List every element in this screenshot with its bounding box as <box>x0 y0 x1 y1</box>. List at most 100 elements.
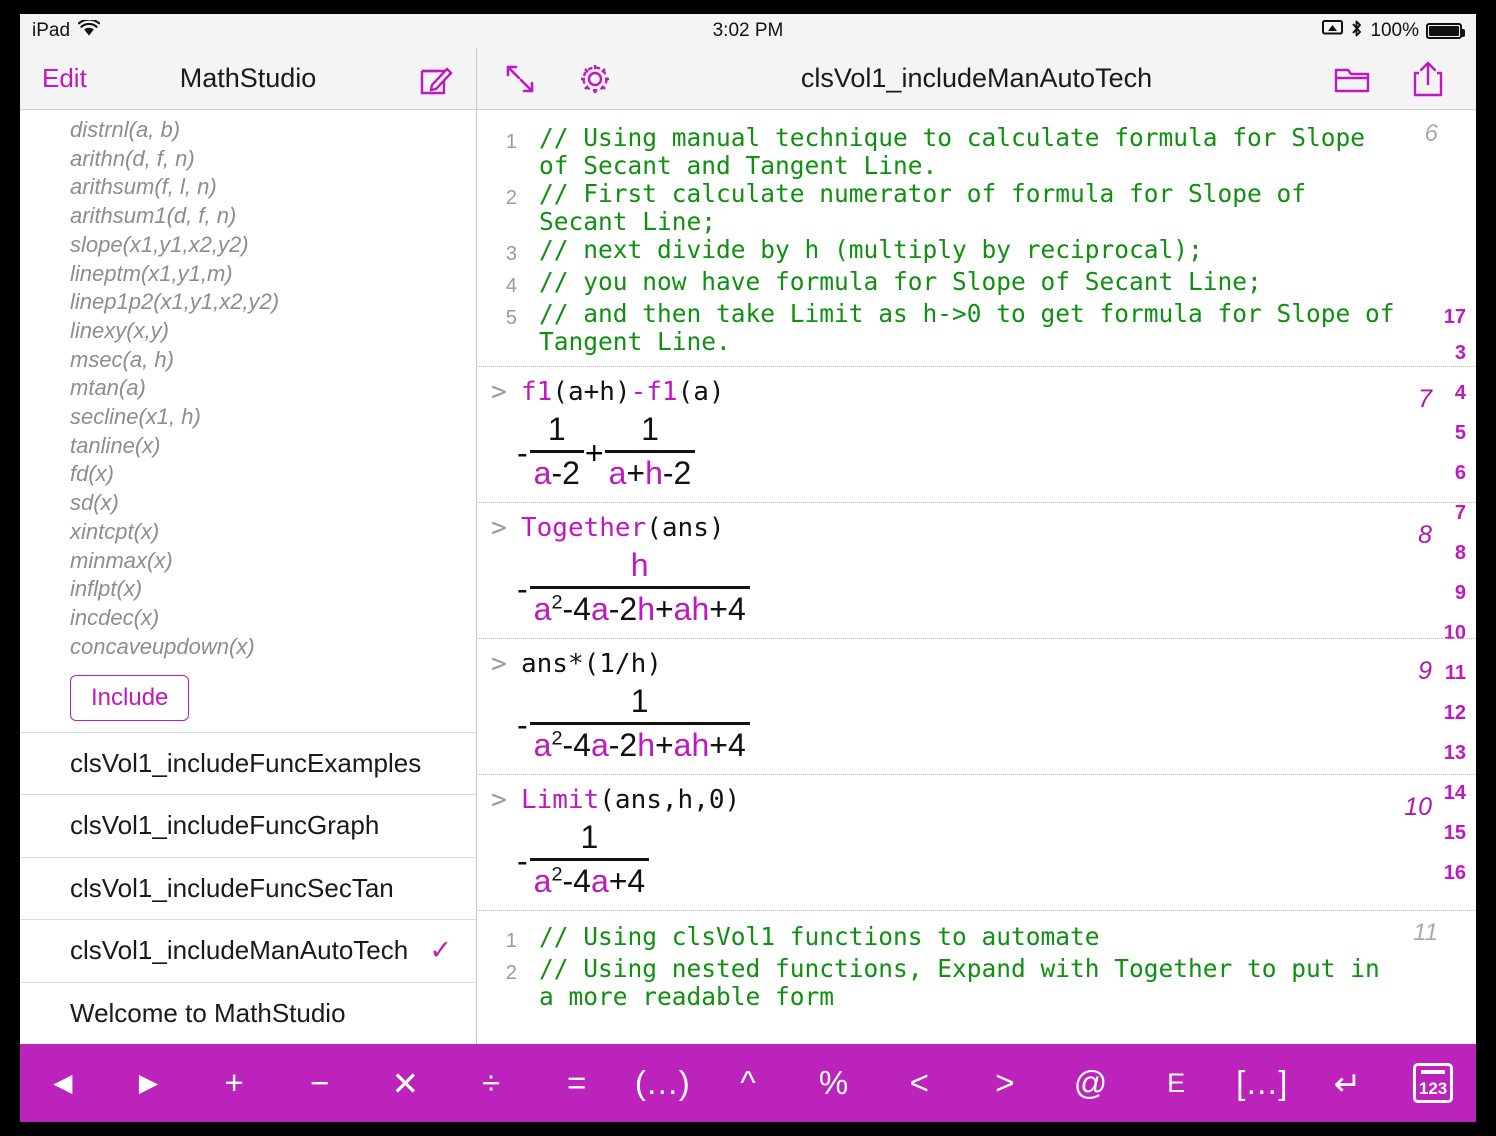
list-item[interactable]: clsVol1_includeFuncGraph <box>20 794 476 857</box>
folder-icon[interactable] <box>1334 64 1370 94</box>
compose-icon[interactable] <box>418 61 476 97</box>
function-item[interactable]: slope(x1,y1,x2,y2) <box>20 231 476 260</box>
result-sign: - <box>517 707 528 743</box>
cell-number: 6 <box>1424 120 1438 147</box>
fraction-numerator: 1 <box>547 411 566 447</box>
fraction: 1 a2-4a+4 <box>529 819 650 900</box>
cell-input-row[interactable]: > ans*(1/h) <box>477 649 1406 679</box>
key-cursor-right[interactable]: ▶ <box>106 1044 192 1122</box>
editor-toolbar-right <box>1334 60 1476 98</box>
key-return[interactable]: ↵ <box>1305 1044 1391 1122</box>
worksheet-cell[interactable]: 8 > Together(ans) - h a2-4a-2h+ah+4 <box>477 503 1476 639</box>
gear-icon[interactable] <box>577 61 613 97</box>
app-title: MathStudio <box>179 63 317 93</box>
result-sign: - <box>517 571 528 607</box>
fraction-denominator: a2-4a+4 <box>533 863 646 899</box>
document-name: clsVol1_includeManAutoTech <box>70 935 409 966</box>
function-item[interactable]: linexy(x,y) <box>20 317 476 346</box>
function-item[interactable]: sd(x) <box>20 489 476 518</box>
key-equals[interactable]: = <box>534 1044 620 1122</box>
cell-number: 9 <box>1418 657 1432 685</box>
document-name: clsVol1_includeFuncSecTan <box>70 872 394 903</box>
list-item[interactable]: clsVol1_includeFuncSecTan <box>20 856 476 920</box>
chevron-right-icon: > <box>491 513 507 543</box>
cell-input-row[interactable]: > f1(a+h)-f1(a) <box>477 377 1406 407</box>
key-less-than[interactable]: < <box>876 1044 962 1122</box>
function-name: Limit <box>521 785 600 815</box>
fraction-numerator: 1 <box>580 819 599 855</box>
document-title: clsVol1_includeManAutoTech <box>800 63 1153 93</box>
editor-toolbar: clsVol1_includeManAutoTech <box>477 48 1476 110</box>
chevron-right-icon: > <box>491 649 507 679</box>
cell-input[interactable]: Together(ans) <box>521 513 725 543</box>
comment-cell-bottom[interactable]: 11 1 // Using clsVol1 functions to autom… <box>477 911 1476 1021</box>
list-item[interactable]: Welcome to MathStudio <box>20 981 476 1045</box>
function-item[interactable]: arithsum1(d, f, n) <box>20 202 476 231</box>
fraction-numerator: 1 <box>641 411 659 447</box>
function-list[interactable]: distrnl(a, b) arithn(d, f, n) arithsum(f… <box>20 110 476 732</box>
function-item[interactable]: msec(a, h) <box>20 346 476 375</box>
function-item[interactable]: incdec(x) <box>20 604 476 633</box>
code-line-number: 5 <box>505 307 517 329</box>
cell-input[interactable]: Limit(ans,h,0) <box>521 785 740 815</box>
function-item[interactable]: tanline(x) <box>20 432 476 461</box>
fraction-denominator: a-2 <box>533 455 580 491</box>
key-cursor-left[interactable]: ◀ <box>20 1044 106 1122</box>
fraction: h a2-4a-2h+ah+4 <box>529 547 750 628</box>
editor-pane: clsVol1_includeManAutoTech 17 3 4 5 6 7 … <box>477 48 1476 1044</box>
cell-input-row[interactable]: > Limit(ans,h,0) <box>477 785 1406 815</box>
key-numeric-keypad[interactable]: 123 <box>1390 1044 1476 1122</box>
function-item[interactable]: secline(x1, h) <box>20 403 476 432</box>
function-item[interactable]: inflpt(x) <box>20 575 476 604</box>
function-item[interactable]: xintcpt(x) <box>20 518 476 547</box>
checkmark-icon: ✓ <box>429 935 452 966</box>
cell-input[interactable]: ans*(1/h) <box>521 649 662 679</box>
key-plus[interactable]: + <box>191 1044 277 1122</box>
worksheet[interactable]: 17 3 4 5 6 7 8 9 10 11 12 13 14 15 16 6 … <box>477 110 1476 1044</box>
share-icon[interactable] <box>1412 60 1444 98</box>
key-brackets[interactable]: […] <box>1219 1044 1305 1122</box>
key-power[interactable]: ^ <box>705 1044 791 1122</box>
include-button[interactable]: Include <box>70 675 190 722</box>
function-item[interactable]: fd(x) <box>20 460 476 489</box>
worksheet-cell[interactable]: 9 > ans*(1/h) - 1 a2-4a-2h+ah+4 <box>477 639 1476 775</box>
function-item[interactable]: lineptm(x1,y1,m) <box>20 260 476 289</box>
function-item[interactable]: arithn(d, f, n) <box>20 145 476 174</box>
code-line-number: 1 <box>505 930 517 952</box>
cell-number: 10 <box>1404 793 1432 821</box>
key-at[interactable]: @ <box>1048 1044 1134 1122</box>
function-item[interactable]: concaveupdown(x) <box>20 633 476 662</box>
code-line: 1 // Using clsVol1 functions to automate <box>477 923 1406 955</box>
function-item[interactable]: mtan(a) <box>20 374 476 403</box>
function-item[interactable]: distrnl(a, b) <box>20 116 476 145</box>
code-comment: // you now have formula for Slope of Sec… <box>539 267 1262 296</box>
worksheet-cell[interactable]: 10 > Limit(ans,h,0) - 1 a2-4a+4 <box>477 775 1476 911</box>
key-parentheses[interactable]: (…) <box>619 1044 705 1122</box>
key-greater-than[interactable]: > <box>962 1044 1048 1122</box>
function-item[interactable]: linep1p2(x1,y1,x2,y2) <box>20 288 476 317</box>
function-item[interactable]: arithsum(f, l, n) <box>20 173 476 202</box>
comment-cell-top[interactable]: 6 1 // Using manual technique to calcula… <box>477 110 1476 367</box>
operator-plus: + <box>584 435 604 471</box>
cell-input-row[interactable]: > Together(ans) <box>477 513 1406 543</box>
main-split: Edit MathStudio distrnl(a, b) arithn(d, … <box>20 48 1476 1044</box>
key-multiply[interactable]: ✕ <box>363 1044 449 1122</box>
key-percent[interactable]: % <box>791 1044 877 1122</box>
fraction-denominator: a2-4a-2h+ah+4 <box>533 727 746 763</box>
list-item-selected[interactable]: clsVol1_includeManAutoTech ✓ <box>20 919 476 982</box>
fraction: 1 a+h-2 <box>604 411 696 492</box>
code-line: 3 // next divide by h (multiply by recip… <box>477 236 1406 268</box>
worksheet-cell[interactable]: 7 > f1(a+h)-f1(a) - 1 a-2 + 1 a+h-2 <box>477 367 1476 503</box>
key-minus[interactable]: − <box>277 1044 363 1122</box>
key-exponent-e[interactable]: E <box>1133 1044 1219 1122</box>
sidebar: Edit MathStudio distrnl(a, b) arithn(d, … <box>20 48 477 1044</box>
cell-input[interactable]: f1(a+h)-f1(a) <box>521 377 725 407</box>
code-comment: // Using nested functions, Expand with T… <box>539 954 1380 1011</box>
key-divide[interactable]: ÷ <box>448 1044 534 1122</box>
code-line-number: 3 <box>505 243 517 265</box>
expand-arrows-icon[interactable] <box>503 62 537 96</box>
editor-toolbar-left <box>477 61 613 97</box>
list-item[interactable]: clsVol1_includeFuncExamples <box>20 731 476 795</box>
function-item[interactable]: minmax(x) <box>20 547 476 576</box>
cell-result: - 1 a2-4a+4 <box>477 819 1406 900</box>
